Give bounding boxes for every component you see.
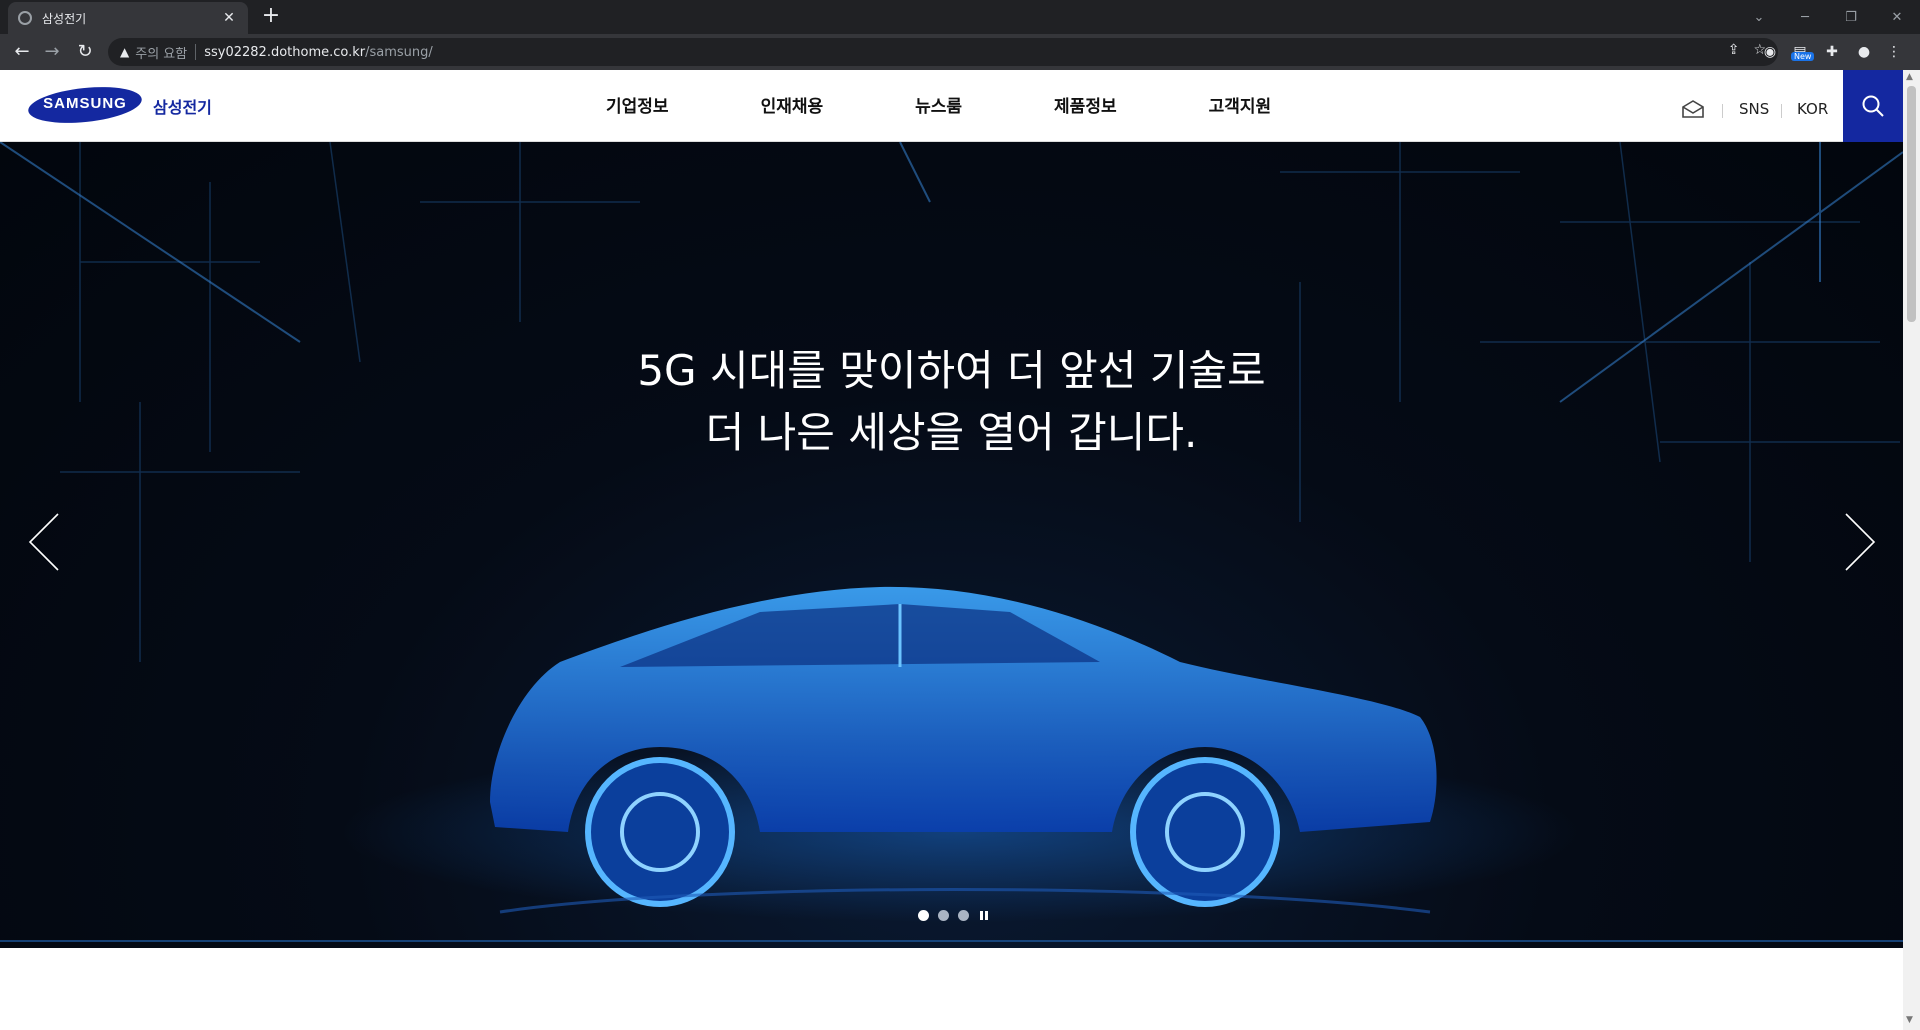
nav-careers[interactable]: 인재채용: [715, 92, 870, 117]
browser-tab-strip: 삼성전기 ✕ + ⌄ ─ ❐ ✕: [0, 0, 1920, 34]
slide-pagination: [918, 910, 988, 921]
address-bar[interactable]: ▲ 주의 요함 ssy02282.dothome.co.kr /samsung/…: [108, 38, 1778, 66]
samsung-logo[interactable]: SAMSUNG: [26, 82, 144, 128]
close-window-icon[interactable]: ✕: [1874, 0, 1920, 34]
prev-slide-arrow-icon[interactable]: [26, 512, 66, 572]
warning-icon[interactable]: ▲: [120, 45, 129, 59]
search-icon: [1862, 95, 1884, 117]
rear-wheel: [585, 757, 735, 907]
sns-link[interactable]: SNS: [1739, 100, 1769, 118]
logo-text: SAMSUNG: [43, 95, 127, 112]
hero-bottom-line: [0, 940, 1903, 942]
scroll-thumb[interactable]: [1907, 86, 1916, 322]
browser-toolbar: ← → ↻ ▲ 주의 요함 ssy02282.dothome.co.kr /sa…: [0, 34, 1920, 70]
forward-icon[interactable]: →: [40, 40, 64, 64]
tab-search-icon[interactable]: ⌄: [1736, 0, 1782, 34]
hero-headline: 5G 시대를 맞이하여 더 앞선 기술로 더 나은 세상을 열어 갑니다.: [0, 340, 1903, 464]
language-selector[interactable]: KOR: [1797, 100, 1828, 118]
browser-tab[interactable]: 삼성전기 ✕: [8, 2, 248, 34]
nav-company[interactable]: 기업정보: [560, 92, 715, 117]
pause-icon[interactable]: [980, 911, 988, 920]
headline-line-2: 더 나은 세상을 열어 갑니다.: [705, 408, 1198, 457]
new-tab-button[interactable]: +: [258, 4, 284, 30]
slide-dot-1[interactable]: [918, 910, 929, 921]
page-scrollbar[interactable]: ▲ ▼: [1903, 70, 1920, 1030]
globe-icon: [18, 11, 32, 25]
brand-name[interactable]: 삼성전기: [153, 94, 212, 118]
next-slide-arrow-icon[interactable]: [1838, 512, 1878, 572]
nav-support[interactable]: 고객지원: [1163, 92, 1318, 117]
scroll-up-icon[interactable]: ▲: [1906, 72, 1913, 82]
menu-icon[interactable]: ⋮: [1884, 42, 1904, 62]
close-tab-icon[interactable]: ✕: [220, 10, 238, 26]
security-label[interactable]: 주의 요함: [135, 43, 187, 62]
headline-line-1: 5G 시대를 맞이하여 더 앞선 기술로: [637, 346, 1266, 395]
puzzle-icon[interactable]: ✚: [1822, 42, 1842, 62]
nav-newsroom[interactable]: 뉴스룸: [869, 92, 1008, 117]
profile-icon[interactable]: ●: [1854, 42, 1874, 62]
url-path: /samsung/: [365, 44, 433, 60]
hero-slider: 5G 시대를 맞이하여 더 앞선 기술로 더 나은 세상을 열어 갑니다.: [0, 142, 1903, 948]
search-button[interactable]: [1843, 70, 1903, 142]
util-divider: [1781, 104, 1782, 118]
new-badge: New: [1791, 52, 1815, 61]
scroll-down-icon[interactable]: ▼: [1906, 1015, 1913, 1025]
restore-icon[interactable]: ❐: [1828, 0, 1874, 34]
tab-title: 삼성전기: [42, 11, 87, 26]
share-icon[interactable]: ⇪: [1728, 42, 1740, 58]
reload-icon[interactable]: ↻: [73, 40, 97, 64]
minimize-icon[interactable]: ─: [1782, 0, 1828, 34]
url-host: ssy02282.dothome.co.kr: [204, 44, 366, 60]
back-icon[interactable]: ←: [10, 40, 34, 64]
front-wheel: [1130, 757, 1280, 907]
omnibox-divider: [195, 44, 197, 60]
main-navigation: 기업정보 인재채용 뉴스룸 제품정보 고객지원: [560, 92, 1317, 117]
slide-dot-2[interactable]: [938, 910, 949, 921]
nav-products[interactable]: 제품정보: [1008, 92, 1163, 117]
mail-icon[interactable]: [1681, 100, 1705, 118]
slide-dot-3[interactable]: [958, 910, 969, 921]
hero-background-image: [0, 142, 1903, 922]
site-header: SAMSUNG 삼성전기 기업정보 인재채용 뉴스룸 제품정보 고객지원 SNS…: [0, 70, 1903, 142]
util-divider: [1722, 104, 1723, 118]
extension-icon[interactable]: ◉: [1760, 42, 1780, 62]
